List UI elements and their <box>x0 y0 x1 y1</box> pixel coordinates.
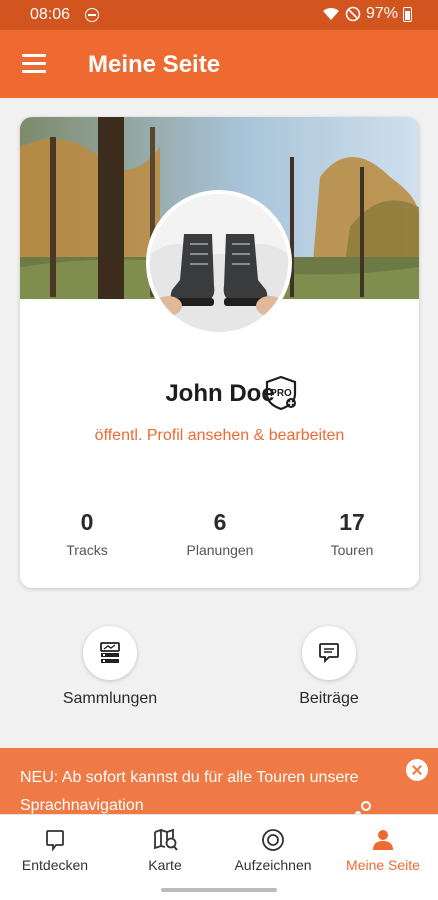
gesture-area <box>0 882 438 900</box>
collections-icon <box>100 642 120 663</box>
bottom-navigation: Entdecken Karte Aufzeichnen Meine Seite <box>0 814 438 882</box>
nav-my-page[interactable]: Meine Seite <box>328 815 438 883</box>
battery-icon <box>403 6 412 22</box>
posts-label: Beiträge <box>299 690 359 707</box>
page-title: Meine Seite <box>88 51 221 78</box>
profile-card: John Doe PRO öffentl. Profil ansehen & b… <box>20 117 419 588</box>
status-time: 08:06 <box>30 6 71 23</box>
wifi-icon <box>322 7 339 20</box>
stat-value: 17 <box>339 509 365 535</box>
no-sim-icon <box>345 6 361 22</box>
status-bar: 08:06 97% <box>0 0 438 30</box>
view-edit-profile-link[interactable]: öffentl. Profil ansehen & bearbeiten <box>20 427 419 445</box>
status-indicators: 97% <box>322 5 412 23</box>
avatar[interactable] <box>146 190 292 336</box>
banner-text: NEU: Ab sofort kannst du für alle Touren… <box>20 769 359 814</box>
profile-name: John Doe <box>165 380 275 407</box>
map-search-icon <box>154 828 178 851</box>
stat-tracks[interactable]: 0 Tracks <box>27 509 147 558</box>
nav-label: Meine Seite <box>346 857 420 873</box>
nav-label: Entdecken <box>21 857 89 873</box>
stat-value: 6 <box>213 509 227 535</box>
collections-label: Sammlungen <box>62 690 158 707</box>
close-icon[interactable] <box>406 759 428 781</box>
record-icon <box>262 829 284 851</box>
news-banner[interactable]: NEU: Ab sofort kannst du für alle Touren… <box>0 748 438 816</box>
stat-value: 0 <box>80 509 94 535</box>
do-not-disturb-icon <box>85 8 99 22</box>
profile-icon <box>373 830 393 850</box>
nav-label: Karte <box>148 857 182 873</box>
hiking-boots-image <box>150 194 288 332</box>
nav-label: Aufzeichnen <box>234 857 312 873</box>
menu-icon[interactable] <box>22 54 46 74</box>
stat-plannings[interactable]: 6 Planungen <box>160 509 280 558</box>
nav-map[interactable]: Karte <box>110 815 220 883</box>
nav-record[interactable]: Aufzeichnen <box>218 815 328 883</box>
collections-button[interactable]: Sammlungen <box>40 626 180 708</box>
stat-label: Touren <box>330 542 374 558</box>
battery-percent: 97% <box>365 5 398 22</box>
posts-icon <box>319 643 339 664</box>
discover-icon <box>46 830 64 852</box>
gesture-bar[interactable] <box>161 888 277 892</box>
nav-discover[interactable]: Entdecken <box>0 815 110 883</box>
stat-label: Tracks <box>66 542 108 558</box>
stat-label: Planungen <box>186 542 254 558</box>
pro-badge-text: PRO <box>270 388 292 399</box>
pro-badge-icon: PRO <box>265 375 297 411</box>
app-bar: Meine Seite <box>0 30 438 98</box>
posts-button[interactable]: Beiträge <box>259 626 399 708</box>
posts-circle <box>302 626 356 680</box>
collections-circle <box>83 626 137 680</box>
stat-tours[interactable]: 17 Touren <box>292 509 412 558</box>
